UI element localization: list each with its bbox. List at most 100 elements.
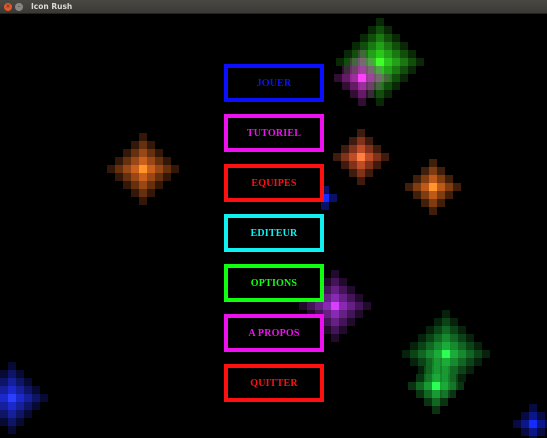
particle-cell: [341, 161, 349, 169]
particle-cell: [418, 350, 426, 358]
particle-cell: [344, 50, 352, 58]
particle-cell: [421, 191, 429, 199]
particle-cell: [437, 199, 445, 207]
particle-cell: [537, 412, 545, 420]
particle-cell: [323, 326, 331, 334]
particle-cell: [350, 90, 358, 98]
particle-cell: [366, 90, 374, 98]
particle-cell: [529, 420, 537, 428]
particle-cell: [115, 173, 123, 181]
particle-cell: [421, 183, 429, 191]
particle-cell: [315, 302, 323, 310]
particle-cell: [155, 165, 163, 173]
particle-cell: [358, 90, 366, 98]
particle-cell: [365, 153, 373, 161]
particle-cell: [323, 302, 331, 310]
particle-cell: [400, 58, 408, 66]
particle-cell: [24, 378, 32, 386]
particle-cell: [139, 157, 147, 165]
particle-cell: [376, 18, 384, 26]
particle-cell: [131, 165, 139, 173]
particle-cell: [453, 183, 461, 191]
particle-cell: [358, 82, 366, 90]
editor-button[interactable]: EDITEUR: [224, 214, 324, 252]
particle-cell: [16, 394, 24, 402]
about-button[interactable]: A PROPOS: [224, 314, 324, 352]
particle-cell: [448, 382, 456, 390]
minimize-icon[interactable]: –: [15, 2, 23, 11]
particle-cell: [321, 202, 329, 210]
particle-cell: [426, 350, 434, 358]
particle-cell: [358, 66, 366, 74]
particle-cell: [429, 191, 437, 199]
particle-cell: [363, 302, 371, 310]
particle-cell: [376, 26, 384, 34]
particle-cell: [434, 350, 442, 358]
game-canvas: JOUER TUTORIEL EQUIPES EDITEUR OPTIONS A PROP…: [0, 14, 547, 438]
particle-cell: [365, 169, 373, 177]
particle-cell: [358, 98, 366, 106]
particle-cell: [349, 161, 357, 169]
particle-cell: [413, 175, 421, 183]
quit-button[interactable]: QUITTER: [224, 364, 324, 402]
particle-cell: [131, 141, 139, 149]
particle-cell: [416, 374, 424, 382]
particle-cell: [432, 382, 440, 390]
particle-cell: [8, 370, 16, 378]
particle-cell: [437, 183, 445, 191]
particle-cell: [0, 370, 8, 378]
particle-cell: [16, 402, 24, 410]
options-button[interactable]: OPTIONS: [224, 264, 324, 302]
particle-cell: [458, 326, 466, 334]
particle-cell: [421, 199, 429, 207]
close-icon[interactable]: ×: [4, 2, 12, 11]
particle-cell: [440, 382, 448, 390]
particle-cell: [32, 402, 40, 410]
particle-cell: [131, 157, 139, 165]
particle-cell: [373, 161, 381, 169]
particle-cell: [429, 199, 437, 207]
particle-cell: [434, 318, 442, 326]
particle-cell: [424, 374, 432, 382]
particle-cell: [368, 26, 376, 34]
particle-cell: [442, 334, 450, 342]
particle-cell: [474, 350, 482, 358]
particle-cell: [402, 350, 410, 358]
particle-cell: [450, 350, 458, 358]
particle-cell: [416, 58, 424, 66]
window-titlebar: × – Icon Rush: [0, 0, 547, 14]
particle-cell: [8, 378, 16, 386]
particle-cell: [432, 390, 440, 398]
particle-cell: [437, 167, 445, 175]
particle-cell: [474, 342, 482, 350]
particle-cell: [400, 66, 408, 74]
particle-cell: [440, 374, 448, 382]
particle-cell: [392, 74, 400, 82]
particle-cell: [147, 189, 155, 197]
particle-cell: [347, 302, 355, 310]
particle-cell: [424, 366, 432, 374]
particle-cell: [445, 191, 453, 199]
particle-cell: [421, 175, 429, 183]
particle-cell: [424, 390, 432, 398]
particle-cell: [448, 374, 456, 382]
particle-cell: [521, 420, 529, 428]
particle-cell: [8, 426, 16, 434]
tutorial-button[interactable]: TUTORIEL: [224, 114, 324, 152]
particle-cell: [450, 358, 458, 366]
particle-cell: [115, 165, 123, 173]
particle-cell: [339, 310, 347, 318]
particle-cell: [400, 42, 408, 50]
play-button[interactable]: JOUER: [224, 64, 324, 102]
particle-cell: [368, 50, 376, 58]
window-title: Icon Rush: [31, 2, 73, 11]
particle-cell: [429, 167, 437, 175]
particle-cell: [139, 181, 147, 189]
particle-cell: [392, 66, 400, 74]
particle-cell: [442, 318, 450, 326]
particle-cell: [24, 394, 32, 402]
teams-button[interactable]: EQUIPES: [224, 164, 324, 202]
particle-cell: [0, 394, 8, 402]
particle-cell: [384, 34, 392, 42]
particle-cell: [358, 50, 366, 58]
